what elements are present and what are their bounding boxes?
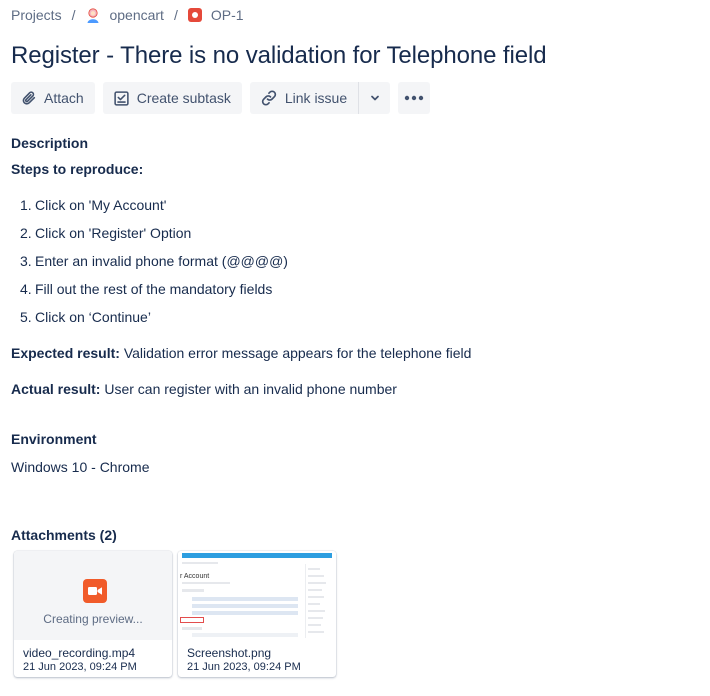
step-text: Enter an invalid phone format (@@@@): [35, 253, 288, 269]
environment-value[interactable]: Windows 10 - Chrome: [11, 459, 150, 475]
create-subtask-button[interactable]: Create subtask: [102, 82, 242, 114]
expected-result-label: Expected result:: [11, 345, 120, 361]
attachment-date: 21 Jun 2023, 09:24 PM: [23, 661, 137, 673]
link-issue-button[interactable]: Link issue: [249, 82, 359, 114]
breadcrumb: Projects / opencart / OP-1: [11, 7, 244, 23]
steps-list: 1. Click on 'My Account' 2. Click on 'Regi…: [20, 196, 288, 336]
step-text: Click on 'Register' Option: [35, 225, 192, 241]
create-subtask-label: Create subtask: [136, 90, 231, 106]
attachment-thumbnail: r Account: [178, 551, 336, 640]
attachment-card-screenshot[interactable]: r Account Screenshot.png 21 Jun 2023, 09…: [178, 551, 336, 677]
environment-heading: Environment: [11, 431, 97, 447]
step-number: 5.: [20, 309, 32, 325]
link-icon: [261, 90, 277, 106]
list-item: 3. Enter an invalid phone format (@@@@): [20, 252, 288, 280]
list-item: 2. Click on 'Register' Option: [20, 224, 288, 252]
more-horizontal-icon: [404, 95, 424, 101]
attach-button-label: Attach: [44, 90, 84, 106]
steps-heading: Steps to reproduce:: [11, 161, 144, 177]
checkbox-subtask-icon: [114, 90, 129, 106]
creating-preview-text: Creating preview...: [43, 612, 143, 626]
issue-toolbar: Attach Create subtask Link issue: [11, 82, 438, 114]
step-number: 2.: [20, 225, 32, 241]
attach-button[interactable]: Attach: [11, 82, 95, 114]
step-number: 4.: [20, 281, 32, 297]
attachment-thumbnail: Creating preview...: [14, 551, 172, 640]
breadcrumb-project-link[interactable]: opencart: [85, 7, 164, 23]
more-actions-button[interactable]: [398, 82, 431, 114]
attachment-date: 21 Jun 2023, 09:24 PM: [187, 661, 301, 673]
paperclip-icon: [22, 91, 36, 105]
link-issue-dropdown-button[interactable]: [358, 82, 391, 114]
expected-result: Expected result: Validation error messag…: [11, 345, 471, 361]
step-text: Click on ‘Continue’: [35, 309, 151, 325]
breadcrumb-separator: /: [71, 7, 76, 23]
step-number: 1.: [20, 197, 32, 213]
breadcrumb-project-name: opencart: [109, 7, 164, 23]
video-icon: [83, 579, 107, 603]
breadcrumb-issue-key: OP-1: [210, 7, 244, 23]
step-text: Fill out the rest of the mandatory field…: [35, 281, 273, 297]
breadcrumb-issue-link[interactable]: OP-1: [187, 7, 244, 23]
link-issue-label: Link issue: [284, 90, 348, 106]
bug-icon: [187, 8, 202, 22]
step-number: 3.: [20, 253, 32, 269]
list-item: 1. Click on 'My Account': [20, 196, 288, 224]
breadcrumb-separator: /: [173, 7, 178, 23]
breadcrumb-projects-link[interactable]: Projects: [11, 7, 62, 23]
list-item: 4. Fill out the rest of the mandatory fie…: [20, 280, 288, 308]
step-text: Click on 'My Account': [35, 197, 167, 213]
attachment-filename: Screenshot.png: [187, 646, 272, 660]
expected-result-text: Validation error message appears for the…: [123, 345, 472, 361]
actual-result-label: Actual result:: [11, 381, 101, 397]
chevron-down-icon: [370, 95, 379, 101]
screenshot-preview-image: r Account: [178, 551, 336, 640]
description-heading: Description: [11, 135, 89, 151]
actual-result-text: User can register with an invalid phone …: [104, 381, 397, 397]
attachment-filename: video_recording.mp4: [23, 646, 136, 660]
issue-title[interactable]: Register - There is no validation for Te…: [11, 42, 547, 70]
list-item: 5. Click on ‘Continue’: [20, 308, 288, 336]
attachment-card-video[interactable]: Creating preview... video_recording.mp4 …: [14, 551, 172, 677]
attachments-heading: Attachments (2): [11, 527, 117, 543]
project-avatar-icon: [85, 7, 102, 23]
actual-result: Actual result: User can register with an…: [11, 381, 397, 397]
